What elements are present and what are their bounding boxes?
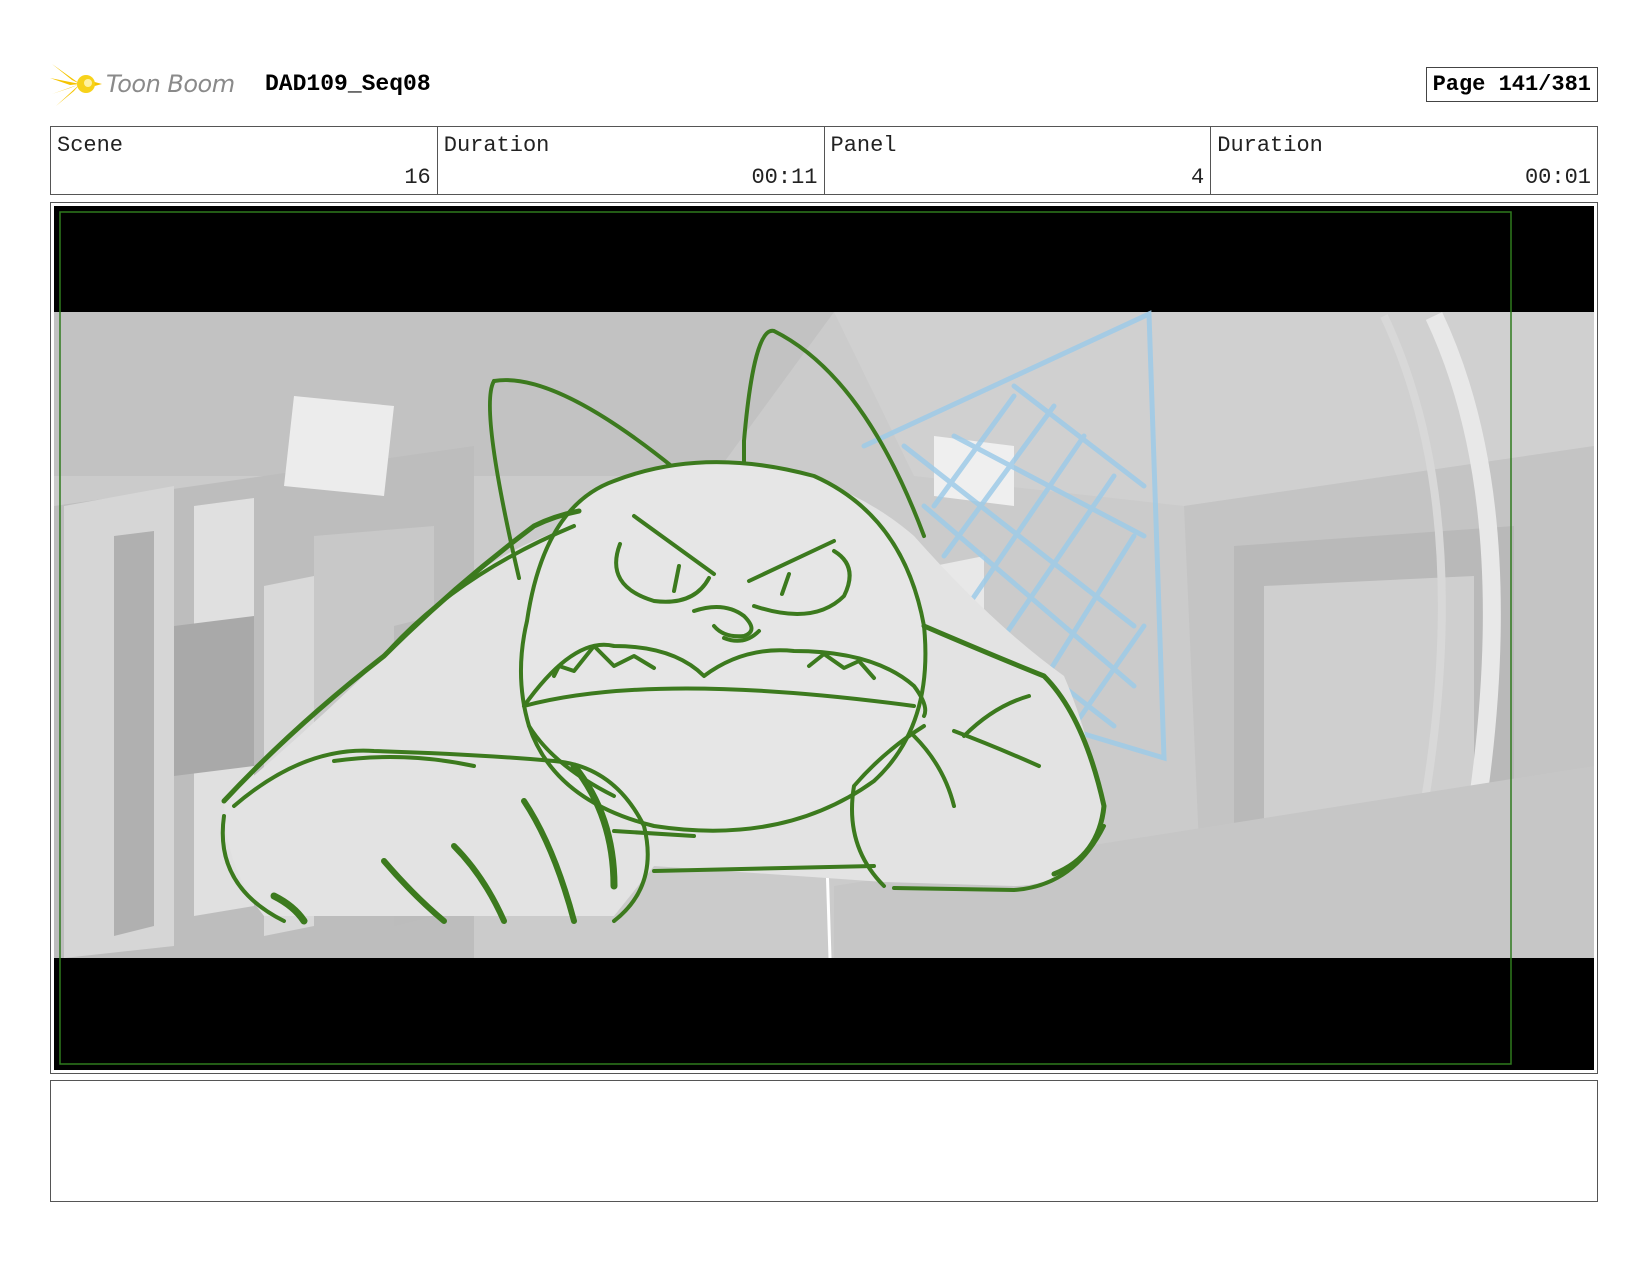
scene-duration-value: 00:11 (751, 165, 818, 190)
panel-notes (50, 1080, 1598, 1202)
page-header: Toon Boom DAD109_Seq08 Page 141/381 (50, 58, 1598, 110)
toon-boom-logo: Toon Boom (50, 58, 250, 110)
panel-duration-label: Duration (1217, 133, 1323, 158)
page-number: Page 141/381 (1425, 67, 1598, 102)
scene-label: Scene (57, 133, 124, 158)
storyboard-panel (54, 206, 1594, 1070)
scene-value: 16 (404, 165, 431, 190)
panel-info-table: Scene 16 Duration 00:11 Panel 4 Duration… (50, 126, 1598, 195)
sequence-title: DAD109_Seq08 (265, 71, 431, 97)
letterbox-bottom (54, 958, 1594, 1070)
scene-cell: Scene 16 (51, 127, 438, 194)
panel-cell: Panel 4 (825, 127, 1212, 194)
starburst-icon (50, 60, 102, 106)
panel-duration-value: 00:01 (1524, 165, 1591, 190)
logo-text: Toon Boom (106, 70, 235, 98)
letterbox-top (54, 206, 1594, 312)
panel-drawing (54, 206, 1594, 1070)
panel-value: 4 (1191, 165, 1205, 190)
scene-duration-label: Duration (443, 133, 550, 158)
scene-duration-cell: Duration 00:11 (438, 127, 825, 194)
panel-label: Panel (830, 133, 897, 158)
panel-duration-cell: Duration 00:01 (1211, 127, 1597, 194)
